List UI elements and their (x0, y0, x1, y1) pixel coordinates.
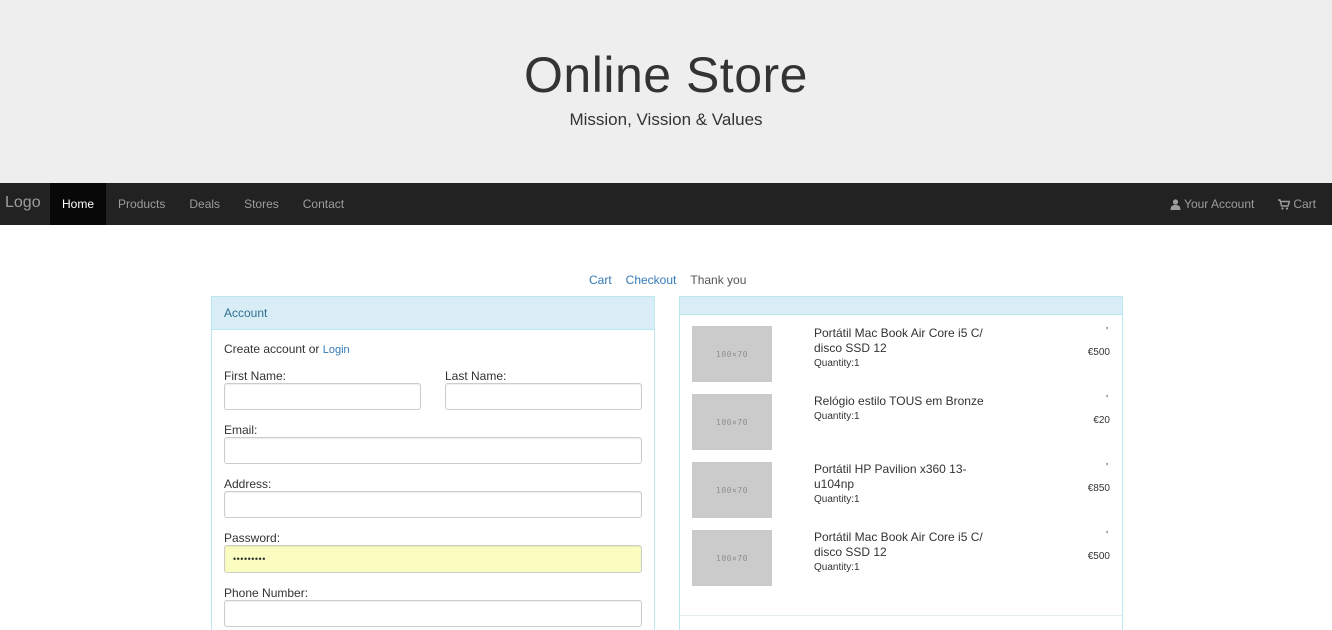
account-panel: Account Create account or Login First Na… (211, 296, 655, 630)
first-name-label: First Name: (224, 369, 287, 383)
product-price: €850 (1087, 483, 1110, 494)
cart-item: 100×70 Portátil Mac Book Air Core i5 C/ … (692, 326, 1112, 382)
order-summary-heading (680, 297, 1122, 315)
your-account-label: Your Account (1184, 197, 1255, 211)
cart-item: 100×70 Relógio estilo TOUS em Bronze Qua… (692, 394, 1112, 450)
last-name-input[interactable] (445, 383, 642, 410)
cart-item: 100×70 Portátil Mac Book Air Core i5 C/ … (692, 530, 1112, 586)
navbar-brand-logo[interactable]: Logo (5, 194, 41, 212)
product-mark: ' (1106, 530, 1108, 541)
nav-right: Your Account Cart (1158, 183, 1328, 225)
product-mark: ' (1106, 394, 1108, 405)
address-label: Address: (224, 477, 272, 491)
store-subtitle: Mission, Vission & Values (569, 110, 763, 129)
product-name: Portátil HP Pavilion x360 13-u104np (814, 462, 967, 491)
cart-item: 100×70 Portátil HP Pavilion x360 13-u104… (692, 462, 1112, 518)
nav-item-stores[interactable]: Stores (232, 183, 291, 225)
password-input[interactable]: ••••••••• (224, 545, 642, 573)
email-label: Email: (224, 423, 258, 437)
header-jumbotron: Online Store Mission, Vission & Values (0, 0, 1332, 183)
password-label: Password: (224, 531, 281, 545)
product-price: €500 (1087, 347, 1110, 358)
login-link[interactable]: Login (323, 344, 350, 356)
phone-label: Phone Number: (224, 586, 309, 600)
product-price: €500 (1087, 551, 1110, 562)
product-quantity: Quantity:1 (814, 562, 860, 573)
create-account-text: Create account or (224, 342, 320, 356)
phone-input[interactable] (224, 600, 642, 627)
first-name-input[interactable] (224, 383, 421, 410)
product-quantity: Quantity:1 (814, 358, 860, 369)
product-thumbnail: 100×70 (692, 326, 772, 382)
product-thumbnail: 100×70 (692, 530, 772, 586)
product-name: Portátil Mac Book Air Core i5 C/ disco S… (814, 530, 983, 559)
product-quantity: Quantity:1 (814, 411, 860, 422)
cart-link[interactable]: Cart (1266, 183, 1328, 225)
order-summary-panel: 100×70 Portátil Mac Book Air Core i5 C/ … (679, 296, 1123, 630)
product-mark: ' (1106, 326, 1108, 337)
nav-item-deals[interactable]: Deals (177, 183, 232, 225)
product-price: €20 (1093, 415, 1110, 426)
product-name: Portátil Mac Book Air Core i5 C/ disco S… (814, 326, 983, 355)
step-thank-you: Thank you (690, 273, 747, 287)
your-account-link[interactable]: Your Account (1158, 183, 1266, 225)
user-icon (1170, 198, 1181, 210)
product-thumbnail: 100×70 (692, 394, 772, 450)
product-quantity: Quantity:1 (814, 494, 860, 505)
product-mark: ' (1106, 462, 1108, 473)
summary-divider (680, 615, 1122, 616)
account-panel-title: Account (212, 297, 654, 330)
shopping-cart-icon (1278, 198, 1291, 210)
step-checkout-link[interactable]: Checkout (626, 273, 677, 287)
nav-item-products[interactable]: Products (106, 183, 177, 225)
email-input[interactable] (224, 437, 642, 464)
main-nav: Home Products Deals Stores Contact (50, 183, 356, 225)
product-thumbnail: 100×70 (692, 462, 772, 518)
address-input[interactable] (224, 491, 642, 518)
top-navbar: Logo Home Products Deals Stores Contact … (0, 183, 1332, 225)
checkout-steps: Cart Checkout Thank you (589, 273, 746, 287)
store-title: Online Store (524, 47, 808, 103)
create-account-row: Create account or Login (224, 342, 350, 356)
nav-item-home[interactable]: Home (50, 183, 107, 225)
product-name: Relógio estilo TOUS em Bronze (814, 394, 984, 408)
cart-label: Cart (1293, 197, 1316, 211)
step-cart-link[interactable]: Cart (589, 273, 612, 287)
nav-item-contact[interactable]: Contact (291, 183, 356, 225)
last-name-label: Last Name: (445, 369, 507, 383)
